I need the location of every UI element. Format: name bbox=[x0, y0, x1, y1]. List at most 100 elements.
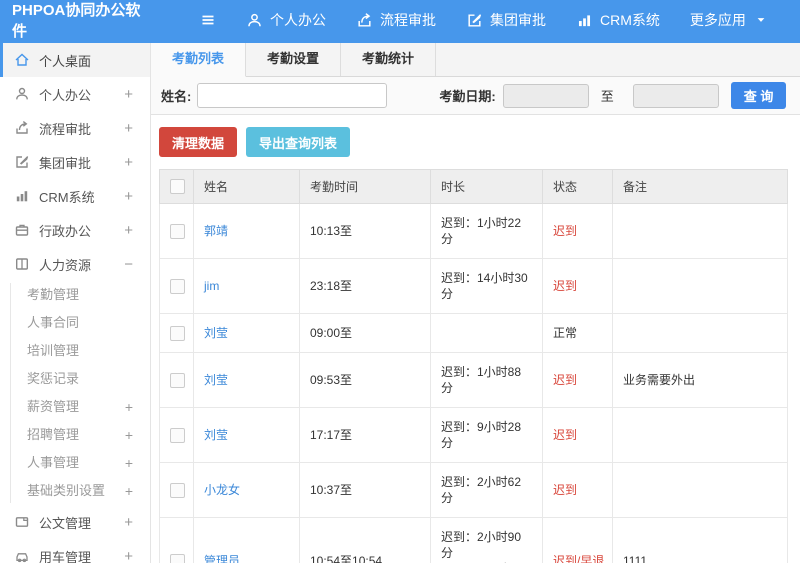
table-row: 刘莹 17:17至 迟到：9小时28分 迟到 bbox=[159, 407, 788, 464]
sidebar-item-admin-office[interactable]: 行政办公 + bbox=[0, 213, 150, 247]
employee-name-link[interactable]: 小龙女 bbox=[204, 483, 240, 497]
expand-icon[interactable]: + bbox=[125, 477, 133, 505]
column-header: 时长 bbox=[430, 169, 543, 204]
duration-cell: 迟到：2小时62分 bbox=[430, 462, 543, 519]
topnav-group-approval[interactable]: 集团审批 bbox=[466, 10, 546, 30]
tab-attendance-settings[interactable]: 考勤设置 bbox=[246, 43, 342, 76]
sidebar-item-label: 流程审批 bbox=[39, 121, 92, 137]
workflow-icon bbox=[356, 12, 373, 29]
expand-icon[interactable]: + bbox=[124, 154, 133, 171]
book-icon bbox=[14, 256, 30, 272]
row-checkbox[interactable] bbox=[170, 554, 185, 563]
user-icon bbox=[14, 86, 30, 102]
sidebar-item-group-approval[interactable]: 集团审批 + bbox=[0, 145, 150, 179]
sidebar-subitem-reward-punishment-records[interactable]: 奖惩记录 bbox=[0, 365, 150, 393]
employee-name-link[interactable]: 管理员 bbox=[204, 554, 240, 563]
sidebar-item-label: 个人桌面 bbox=[39, 53, 92, 69]
duration-cell: 迟到：1小时22分 bbox=[430, 203, 543, 259]
row-checkbox[interactable] bbox=[170, 224, 185, 240]
topnav-crm-system[interactable]: CRM系统 bbox=[576, 10, 660, 30]
employee-name-link[interactable]: 郭靖 bbox=[204, 224, 228, 238]
duration-cell: 迟到：2小时90分 早退：7小时10分 bbox=[430, 517, 543, 563]
sidebar-subitem-salary-management[interactable]: 薪资管理 + bbox=[0, 393, 150, 421]
sidebar-item-personal-desktop[interactable]: 个人桌面 bbox=[0, 43, 150, 77]
row-checkbox[interactable] bbox=[170, 279, 185, 295]
employee-name-link[interactable]: jim bbox=[204, 279, 219, 293]
sidebar-subitem-hr-contract[interactable]: 人事合同 bbox=[0, 309, 150, 337]
row-select-cell bbox=[159, 407, 194, 464]
row-checkbox[interactable] bbox=[170, 483, 185, 499]
expand-icon[interactable]: + bbox=[124, 86, 133, 103]
sidebar-item-workflow-approval[interactable]: 流程审批 + bbox=[0, 111, 150, 145]
note-cell: 业务需要外出 bbox=[612, 352, 788, 409]
hamburger-menu-icon[interactable] bbox=[198, 12, 218, 28]
home-icon bbox=[14, 52, 30, 68]
row-checkbox[interactable] bbox=[170, 428, 185, 444]
collapse-icon[interactable]: − bbox=[124, 256, 133, 273]
caret-down-icon bbox=[755, 14, 767, 26]
expand-icon[interactable]: + bbox=[125, 421, 133, 449]
select-all-checkbox[interactable] bbox=[170, 179, 185, 195]
table-row: jim 23:18至 迟到：14小时30分 迟到 bbox=[159, 258, 788, 314]
employee-name-link[interactable]: 刘莹 bbox=[204, 326, 228, 340]
status-cell: 迟到 bbox=[542, 352, 613, 409]
expand-icon[interactable]: + bbox=[124, 120, 133, 137]
employee-name-link[interactable]: 刘莹 bbox=[204, 428, 228, 442]
expand-icon[interactable]: + bbox=[124, 514, 133, 531]
date-from-input[interactable] bbox=[502, 83, 589, 108]
sidebar-item-document-management[interactable]: 公文管理 + bbox=[0, 505, 150, 539]
sidebar-item-label: 个人办公 bbox=[39, 87, 92, 103]
row-select-cell bbox=[159, 258, 194, 314]
column-header: 备注 bbox=[612, 169, 788, 204]
attendance-time-cell: 10:13至 bbox=[299, 203, 431, 259]
topnav-personal-office[interactable]: 个人办公 bbox=[246, 10, 326, 30]
attendance-time-cell: 10:54至10:54 bbox=[299, 517, 431, 563]
row-checkbox[interactable] bbox=[170, 373, 185, 389]
date-to-input[interactable] bbox=[632, 83, 719, 108]
sidebar-item-vehicle-management[interactable]: 用车管理 + bbox=[0, 539, 150, 563]
attendance-time-cell: 17:17至 bbox=[299, 407, 431, 464]
status-cell: 迟到 bbox=[542, 258, 613, 314]
status-cell: 迟到 bbox=[542, 407, 613, 464]
sidebar-item-label: 用车管理 bbox=[39, 549, 92, 563]
attendance-time-cell: 09:00至 bbox=[299, 312, 431, 354]
search-button[interactable]: 查 询 bbox=[730, 82, 787, 109]
expand-icon[interactable]: + bbox=[125, 449, 133, 477]
expand-icon[interactable]: + bbox=[125, 393, 133, 421]
duration-cell: 迟到：14小时30分 bbox=[430, 258, 543, 314]
table-header-row: 姓名 考勤时间 时长 状态 备注 bbox=[159, 169, 788, 204]
date-to-label: 至 bbox=[600, 89, 614, 104]
topnav-label: CRM系统 bbox=[600, 12, 660, 28]
expand-icon[interactable]: + bbox=[124, 222, 133, 239]
topnav-workflow-approval[interactable]: 流程审批 bbox=[356, 10, 436, 30]
sidebar-subitem-recruitment-management[interactable]: 招聘管理 + bbox=[0, 421, 150, 449]
expand-icon[interactable]: + bbox=[124, 548, 133, 563]
sidebar-item-human-resources[interactable]: 人力资源 − bbox=[0, 247, 150, 281]
sidebar-subitem-label: 人事合同 bbox=[27, 315, 80, 330]
tab-attendance-list[interactable]: 考勤列表 bbox=[151, 43, 247, 77]
tab-attendance-statistics[interactable]: 考勤统计 bbox=[341, 43, 437, 76]
sidebar-item-personal-office[interactable]: 个人办公 + bbox=[0, 77, 150, 111]
topnav-more-apps[interactable]: 更多应用 bbox=[690, 10, 767, 30]
status-cell: 正常 bbox=[542, 312, 613, 354]
column-header: 考勤时间 bbox=[299, 169, 431, 204]
sidebar-subitem-attendance-management[interactable]: 考勤管理 bbox=[0, 281, 150, 309]
table-row: 刘莹 09:00至 正常 bbox=[159, 312, 788, 354]
sidebar-subitem-base-category-settings[interactable]: 基础类别设置 + bbox=[0, 477, 150, 505]
sidebar-item-crm-system[interactable]: CRM系统 + bbox=[0, 179, 150, 213]
select-all-header bbox=[159, 169, 194, 204]
sidebar-subitem-training-management[interactable]: 培训管理 bbox=[0, 337, 150, 365]
sidebar-subitem-personnel-management[interactable]: 人事管理 + bbox=[0, 449, 150, 477]
tab-bar: 考勤列表 考勤设置 考勤统计 bbox=[151, 43, 800, 77]
table-row: 刘莹 09:53至 迟到：1小时88分 迟到 业务需要外出 bbox=[159, 352, 788, 409]
employee-name-link[interactable]: 刘莹 bbox=[204, 373, 228, 387]
export-list-button[interactable]: 导出查询列表 bbox=[246, 127, 351, 157]
status-cell: 迟到/早退 bbox=[542, 517, 613, 563]
car-icon bbox=[14, 548, 30, 563]
row-checkbox[interactable] bbox=[170, 326, 185, 342]
clean-data-button[interactable]: 清理数据 bbox=[159, 127, 238, 157]
name-input[interactable] bbox=[197, 83, 388, 108]
expand-icon[interactable]: + bbox=[124, 188, 133, 205]
action-bar: 清理数据 导出查询列表 bbox=[151, 115, 800, 169]
duration-cell: 迟到：1小时88分 bbox=[430, 352, 543, 409]
